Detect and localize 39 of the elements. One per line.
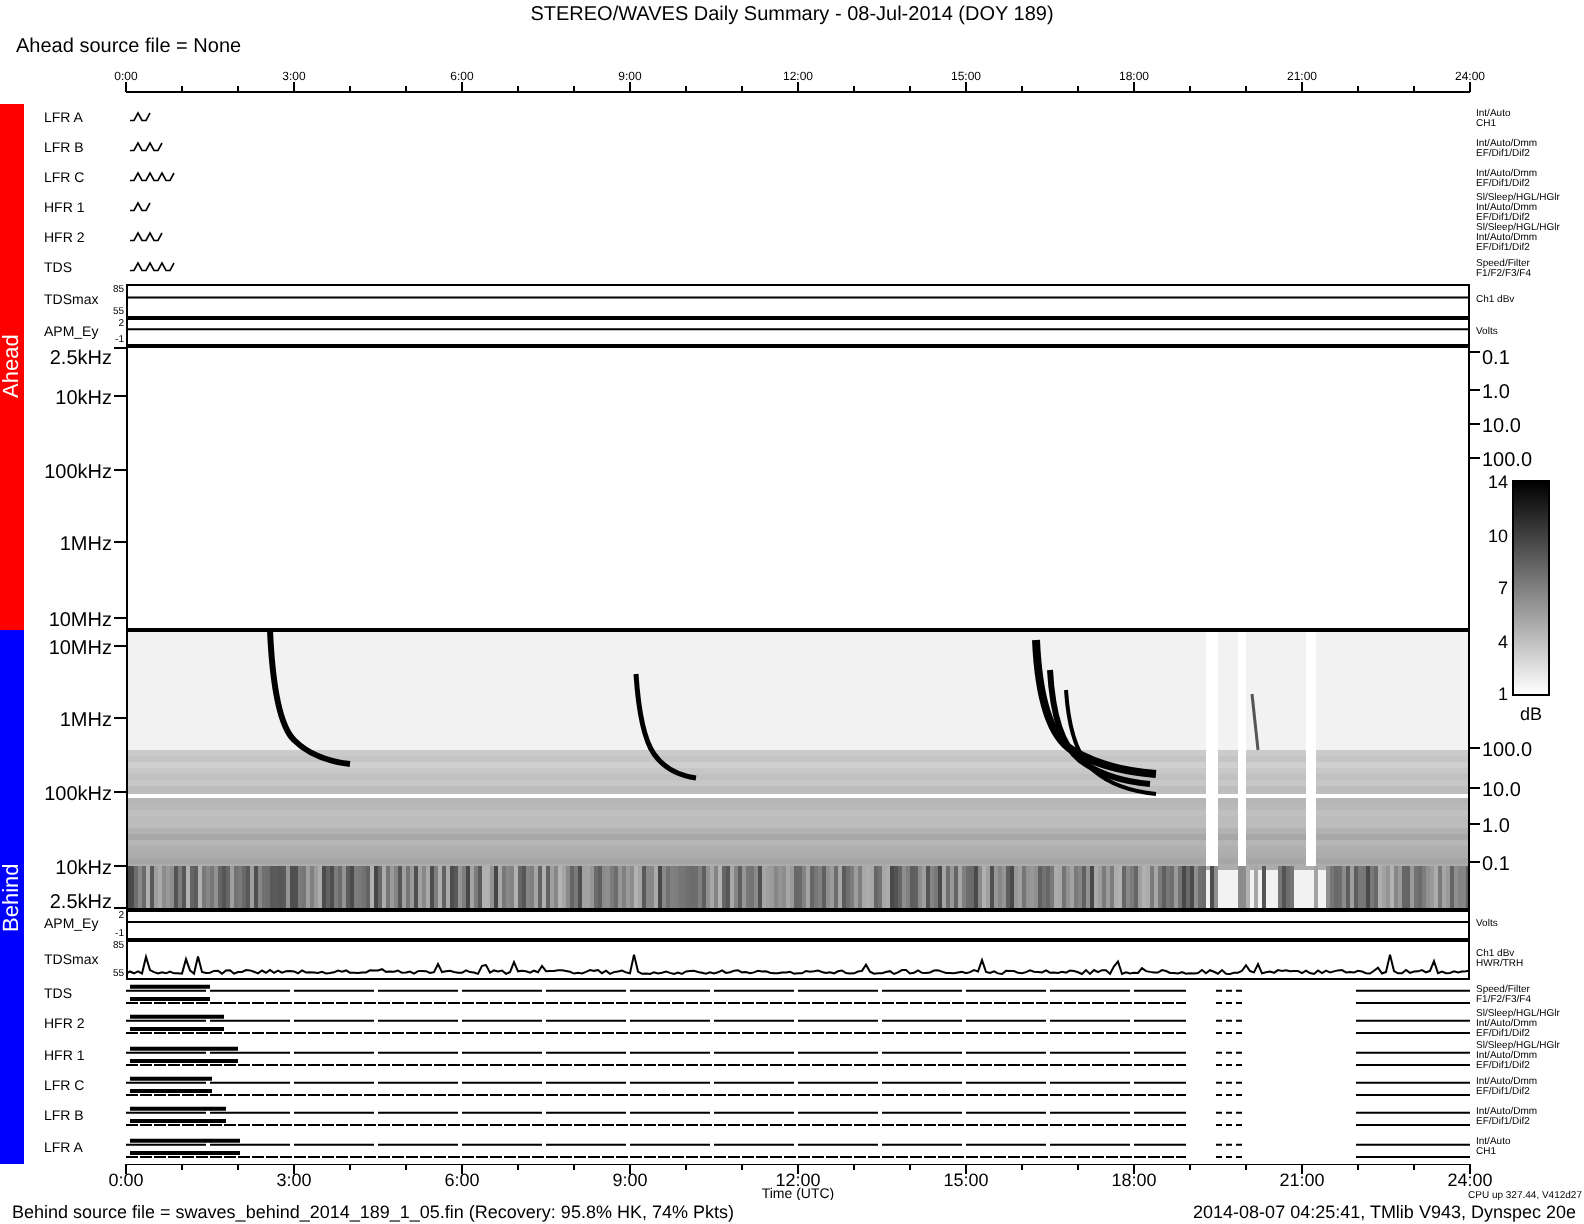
- time-label: 15:00: [943, 1170, 989, 1190]
- frequency-label: 1MHz: [59, 534, 112, 556]
- scale-label: 14: [1488, 472, 1509, 492]
- frequency-label: 2.5kHz: [49, 348, 112, 370]
- scale-label: 100.0: [1482, 740, 1533, 762]
- time-label: 12:00: [775, 1170, 821, 1190]
- frequency-label: 1MHz: [59, 710, 112, 732]
- source-text: Ahead source file = None: [16, 34, 242, 62]
- scale-label: 10.0: [1482, 416, 1521, 438]
- scale-label: 100.0: [1482, 450, 1533, 472]
- frequency-label: 100kHz: [44, 784, 112, 806]
- time-label: 3:00: [276, 1170, 312, 1190]
- scale-label: 1.0: [1482, 816, 1510, 838]
- time-label: 21:00: [1279, 1170, 1325, 1190]
- scale-unit: dB: [1518, 704, 1545, 724]
- scale-label: 10: [1488, 525, 1509, 545]
- frequency-label: 10kHz: [55, 858, 112, 880]
- frequency-label: 100kHz: [44, 462, 112, 484]
- frequency-label: 10MHz: [48, 638, 112, 660]
- time-label: 0:00: [108, 1170, 144, 1190]
- scale-label: 1: [1496, 684, 1509, 704]
- scale-label: 7: [1496, 578, 1509, 598]
- section-banner: Ahead: [0, 104, 24, 630]
- source-text: Behind source file = swaves_behind_2014_189_1_05.fin (Recovery: 95.8% HK, 74% Pkts): [12, 1200, 734, 1224]
- section-banner: Behind: [0, 630, 24, 1164]
- scale-label: 0.1: [1482, 854, 1510, 876]
- frequency-label: 2.5kHz: [49, 892, 112, 910]
- frequency-label: 10kHz: [55, 388, 112, 410]
- version-text: 2014-08-07 04:25:41, TMlib V943, Dynspec 20e: [1193, 1200, 1576, 1224]
- time-label: 24:00: [1447, 1170, 1493, 1190]
- time-label: 9:00: [612, 1170, 648, 1190]
- scale-label: 4: [1496, 631, 1509, 651]
- time-label: 6:00: [444, 1170, 480, 1190]
- frequency-label: 10MHz: [48, 610, 112, 630]
- chart-title: STEREO/WAVES Daily Summary - 08-Jul-2014 (DOY 189): [530, 2, 1054, 30]
- time-label: 18:00: [1111, 1170, 1157, 1190]
- scale-label: 0.1: [1482, 348, 1510, 370]
- scale-label: 1.0: [1482, 382, 1510, 404]
- scale-label: 10.0: [1482, 780, 1521, 802]
